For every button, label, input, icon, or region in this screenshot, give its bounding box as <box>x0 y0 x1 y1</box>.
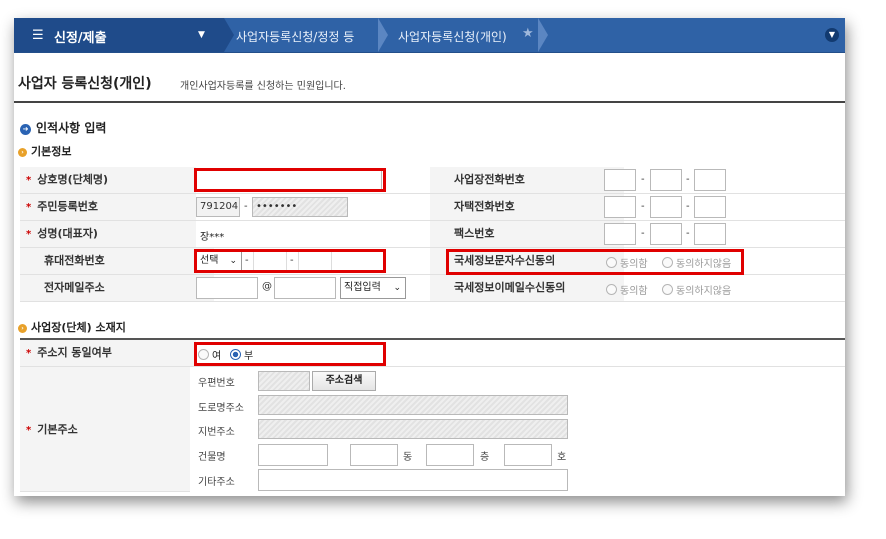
highlight-box <box>194 168 386 192</box>
chevron-down-icon: ⌄ <box>393 283 401 293</box>
caret-down-icon: ▼ <box>198 30 205 40</box>
label-basic-address: * 기본주소 <box>26 423 78 436</box>
email-disagree-radio[interactable]: 동의하지않음 <box>662 282 731 297</box>
floor-label: 층 <box>480 452 490 463</box>
dong-input[interactable] <box>350 444 398 466</box>
building-input[interactable] <box>258 444 328 466</box>
road-address-label: 도로명주소 <box>198 403 244 414</box>
biz-phone-2[interactable] <box>650 169 682 191</box>
star-icon[interactable]: ★ <box>522 26 534 41</box>
label-rep-name: * 성명(대표자) <box>20 221 196 247</box>
menu-button[interactable]: ☰ 신정/제출 ▼ <box>14 18 224 52</box>
label-biz-phone: 사업장전화번호 <box>430 167 624 193</box>
email-id-input[interactable] <box>196 277 258 299</box>
bullet-icon: › <box>18 148 27 157</box>
home-phone-3[interactable] <box>694 196 726 218</box>
ho-input[interactable] <box>504 444 552 466</box>
top-nav: ☰ 신정/제출 ▼ 사업자등록신청/정정 등 사업자등록신청(개인) ★ ▼ <box>14 18 845 53</box>
chevron-down-icon[interactable]: ▼ <box>825 28 839 42</box>
other-address-label: 기타주소 <box>198 477 235 488</box>
dash: - <box>686 174 690 185</box>
subsection-basic: › 기본정보 <box>18 143 71 159</box>
biz-phone-1[interactable] <box>604 169 636 191</box>
breadcrumb-item[interactable]: 사업자등록신청(개인) <box>398 28 507 45</box>
subsection-label: 기본정보 <box>31 145 72 158</box>
page-title: 사업자 등록신청(개인) <box>18 76 152 92</box>
label-fax: 팩스번호 <box>430 221 624 247</box>
subsection-location: › 사업장(단체) 소재지 <box>18 319 126 335</box>
biz-phone-3[interactable] <box>694 169 726 191</box>
email-domain-select[interactable]: 직접입력 ⌄ <box>340 277 406 299</box>
breadcrumb-separator <box>538 18 548 52</box>
form-row: * 상호명(단체명) 사업장전화번호 - - <box>20 167 845 194</box>
subsection-label: 사업장(단체) 소재지 <box>31 321 126 334</box>
dash: - <box>641 174 645 185</box>
building-label: 건물명 <box>198 452 226 463</box>
breadcrumb-separator <box>378 18 388 52</box>
label-company-name: * 상호명(단체명) <box>20 167 196 193</box>
form-row: * 주소지 동일여부 여 부 <box>20 340 845 367</box>
fax-3[interactable] <box>694 223 726 245</box>
home-phone-1[interactable] <box>604 196 636 218</box>
floor-input[interactable] <box>426 444 474 466</box>
dong-label: 동 <box>403 452 413 463</box>
highlight-box <box>194 249 386 273</box>
breadcrumb-separator <box>224 18 234 52</box>
fax-1[interactable] <box>604 223 636 245</box>
bullet-icon: › <box>18 324 27 333</box>
label-address-same: * 주소지 동일여부 <box>20 340 196 366</box>
rrn-back-input[interactable]: ••••••• <box>252 197 348 217</box>
form-row: * 성명(대표자) 장*** 팩스번호 - - <box>20 221 845 248</box>
address-search-button[interactable]: 주소검색 <box>312 371 376 391</box>
label-rrn: * 주민등록번호 <box>20 194 196 220</box>
email-domain-input[interactable] <box>274 277 336 299</box>
road-address-input[interactable] <box>258 395 568 415</box>
section-title-personal: ➜ 인적사항 입력 <box>20 119 106 136</box>
highlight-box <box>194 342 386 366</box>
lot-address-input[interactable] <box>258 419 568 439</box>
dash: - <box>641 201 645 212</box>
zip-input[interactable] <box>258 371 310 391</box>
home-phone-2[interactable] <box>650 196 682 218</box>
arrow-circle-icon: ➜ <box>20 124 31 135</box>
divider <box>14 101 845 103</box>
menu-label: 신정/제출 <box>54 31 107 46</box>
at-sign: @ <box>262 281 272 292</box>
rep-name-value: 장*** <box>200 232 225 243</box>
zip-label: 우편번호 <box>198 378 235 389</box>
dash: - <box>641 228 645 239</box>
lot-address-label: 지번주소 <box>198 427 235 438</box>
dash: - <box>686 228 690 239</box>
highlight-box <box>446 249 744 275</box>
dash: - <box>244 201 248 212</box>
main-window: ☰ 신정/제출 ▼ 사업자등록신청/정정 등 사업자등록신청(개인) ★ ▼ 사… <box>14 18 845 496</box>
label-basic-address-cell: * 기본주소 <box>20 367 190 492</box>
label-home-phone: 자택전화번호 <box>430 194 624 220</box>
email-agree-radio[interactable]: 동의함 <box>606 282 648 297</box>
hamburger-icon: ☰ <box>32 28 44 43</box>
rrn-front-input[interactable]: 791204 <box>196 197 240 217</box>
section-label: 인적사항 입력 <box>36 121 107 135</box>
breadcrumb-item[interactable]: 사업자등록신청/정정 등 <box>236 28 354 45</box>
fax-2[interactable] <box>650 223 682 245</box>
ho-label: 호 <box>557 452 567 463</box>
page-description: 개인사업자등록를 신청하는 민원입니다. <box>180 81 346 92</box>
form-row: 전자메일주소 @ 직접입력 ⌄ 국세정보이메일수신동의 동의함 동의하지않음 <box>20 275 845 302</box>
label-mobile: 휴대전화번호 <box>20 248 214 274</box>
form-row: * 주민등록번호 791204 - ••••••• 자택전화번호 - - <box>20 194 845 221</box>
other-address-input[interactable] <box>258 469 568 491</box>
label-email: 전자메일주소 <box>20 275 214 301</box>
label-email-consent: 국세정보이메일수신동의 <box>430 275 624 301</box>
dash: - <box>686 201 690 212</box>
